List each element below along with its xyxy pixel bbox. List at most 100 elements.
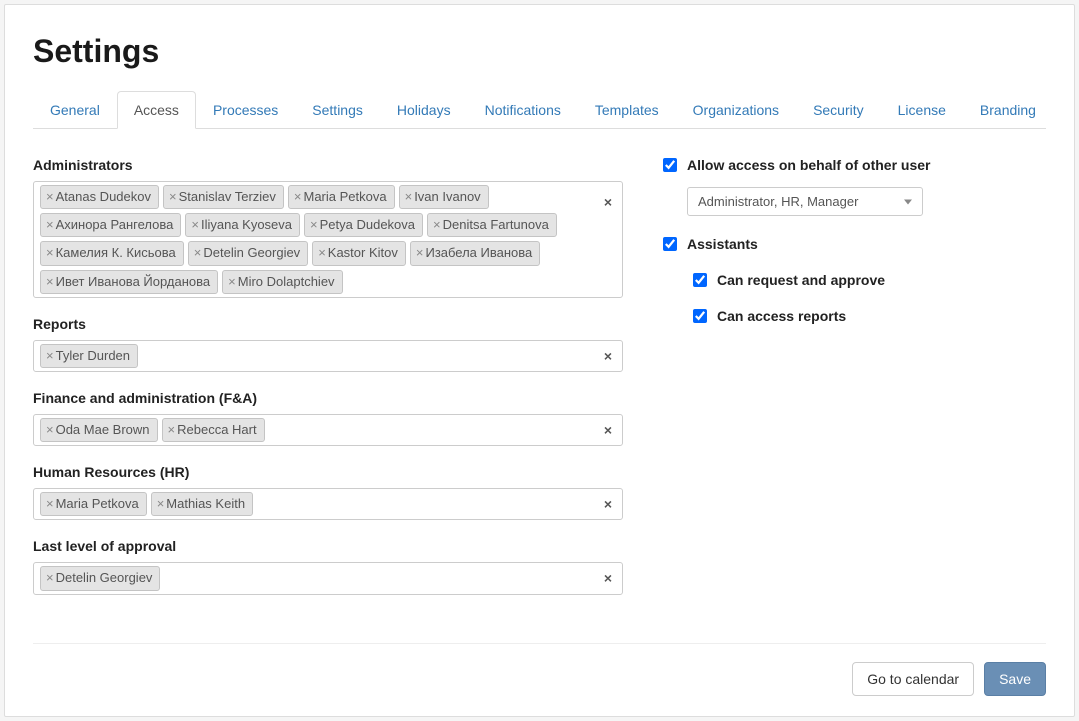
tag-item[interactable]: ×Detelin Georgiev bbox=[188, 241, 308, 265]
save-button[interactable]: Save bbox=[984, 662, 1046, 696]
tag-item[interactable]: ×Изабела Иванова bbox=[410, 241, 540, 265]
reports-input[interactable]: ×Tyler Durden× bbox=[33, 340, 623, 372]
remove-icon[interactable]: × bbox=[46, 273, 54, 291]
tag-item[interactable]: ×Stanislav Terziev bbox=[163, 185, 284, 209]
remove-icon[interactable]: × bbox=[310, 216, 318, 234]
tag-item[interactable]: ×Iliyana Kyoseva bbox=[185, 213, 300, 237]
assistants-checkbox[interactable] bbox=[663, 237, 677, 251]
tag-label: Ивет Иванова Йорданова bbox=[56, 273, 211, 291]
remove-icon[interactable]: × bbox=[46, 569, 54, 587]
can-reports-label: Can access reports bbox=[717, 308, 846, 324]
tag-item[interactable]: ×Detelin Georgiev bbox=[40, 566, 160, 590]
tag-item[interactable]: ×Atanas Dudekov bbox=[40, 185, 159, 209]
tag-item[interactable]: ×Tyler Durden bbox=[40, 344, 138, 368]
approval-group: Last level of approval ×Detelin Georgiev… bbox=[33, 538, 623, 594]
assistants-label: Assistants bbox=[687, 236, 758, 252]
remove-icon[interactable]: × bbox=[46, 244, 54, 262]
tag-item[interactable]: ×Kastor Kitov bbox=[312, 241, 406, 265]
reports-label: Reports bbox=[33, 316, 623, 332]
tag-label: Detelin Georgiev bbox=[56, 569, 153, 587]
tag-item[interactable]: ×Ивет Иванова Йорданова bbox=[40, 270, 218, 294]
tab-holidays[interactable]: Holidays bbox=[380, 91, 468, 129]
tag-item[interactable]: ×Mathias Keith bbox=[151, 492, 253, 516]
clear-icon[interactable]: × bbox=[604, 194, 612, 210]
tag-item[interactable]: ×Ivan Ivanov bbox=[399, 185, 489, 209]
tag-item[interactable]: ×Denitsa Fartunova bbox=[427, 213, 557, 237]
remove-icon[interactable]: × bbox=[194, 244, 202, 262]
remove-icon[interactable]: × bbox=[191, 216, 199, 234]
tag-label: Denitsa Fartunova bbox=[443, 216, 549, 234]
clear-icon[interactable]: × bbox=[604, 496, 612, 512]
chevron-down-icon bbox=[904, 199, 912, 204]
finance-input[interactable]: ×Oda Mae Brown×Rebecca Hart× bbox=[33, 414, 623, 446]
tag-label: Atanas Dudekov bbox=[56, 188, 151, 206]
remove-icon[interactable]: × bbox=[416, 244, 424, 262]
hr-input[interactable]: ×Maria Petkova×Mathias Keith× bbox=[33, 488, 623, 520]
tab-settings[interactable]: Settings bbox=[295, 91, 380, 129]
remove-icon[interactable]: × bbox=[433, 216, 441, 234]
can-request-checkbox[interactable] bbox=[693, 273, 707, 287]
tab-security[interactable]: Security bbox=[796, 91, 881, 129]
clear-icon[interactable]: × bbox=[604, 348, 612, 364]
tab-access[interactable]: Access bbox=[117, 91, 196, 129]
tag-label: Miro Dolaptchiev bbox=[238, 273, 335, 291]
tag-item[interactable]: ×Камелия К. Кисьова bbox=[40, 241, 184, 265]
tag-item[interactable]: ×Maria Petkova bbox=[40, 492, 147, 516]
tag-label: Ivan Ivanov bbox=[414, 188, 481, 206]
administrators-input[interactable]: ×Atanas Dudekov×Stanislav Terziev×Maria … bbox=[33, 181, 623, 298]
tag-item[interactable]: ×Ахинора Рангелова bbox=[40, 213, 181, 237]
tag-label: Stanislav Terziev bbox=[179, 188, 276, 206]
administrators-label: Administrators bbox=[33, 157, 623, 173]
remove-icon[interactable]: × bbox=[405, 188, 413, 206]
allow-behalf-row: Allow access on behalf of other user bbox=[663, 157, 1046, 173]
tag-label: Oda Mae Brown bbox=[56, 421, 150, 439]
remove-icon[interactable]: × bbox=[169, 188, 177, 206]
footer: Go to calendar Save bbox=[33, 643, 1046, 696]
tag-label: Detelin Georgiev bbox=[203, 244, 300, 262]
tag-label: Камелия К. Кисьова bbox=[56, 244, 176, 262]
remove-icon[interactable]: × bbox=[46, 188, 54, 206]
can-request-label: Can request and approve bbox=[717, 272, 885, 288]
tag-item[interactable]: ×Oda Mae Brown bbox=[40, 418, 158, 442]
tag-item[interactable]: ×Rebecca Hart bbox=[162, 418, 265, 442]
remove-icon[interactable]: × bbox=[46, 421, 54, 439]
tag-label: Tyler Durden bbox=[56, 347, 130, 365]
remove-icon[interactable]: × bbox=[318, 244, 326, 262]
remove-icon[interactable]: × bbox=[46, 347, 54, 365]
tag-label: Изабела Иванова bbox=[425, 244, 532, 262]
tag-item[interactable]: ×Maria Petkova bbox=[288, 185, 395, 209]
tab-organizations[interactable]: Organizations bbox=[676, 91, 796, 129]
tag-label: Ахинора Рангелова bbox=[56, 216, 174, 234]
allow-behalf-label: Allow access on behalf of other user bbox=[687, 157, 931, 173]
remove-icon[interactable]: × bbox=[46, 495, 54, 513]
remove-icon[interactable]: × bbox=[294, 188, 302, 206]
tab-notifications[interactable]: Notifications bbox=[468, 91, 578, 129]
tag-label: Maria Petkova bbox=[56, 495, 139, 513]
finance-group: Finance and administration (F&A) ×Oda Ma… bbox=[33, 390, 623, 446]
allow-behalf-checkbox[interactable] bbox=[663, 158, 677, 172]
tab-processes[interactable]: Processes bbox=[196, 91, 295, 129]
go-to-calendar-button[interactable]: Go to calendar bbox=[852, 662, 974, 696]
remove-icon[interactable]: × bbox=[228, 273, 236, 291]
tab-bar: GeneralAccessProcessesSettingsHolidaysNo… bbox=[33, 90, 1046, 129]
tag-label: Kastor Kitov bbox=[328, 244, 398, 262]
can-reports-checkbox[interactable] bbox=[693, 309, 707, 323]
tab-license[interactable]: License bbox=[881, 91, 963, 129]
clear-icon[interactable]: × bbox=[604, 570, 612, 586]
tag-item[interactable]: ×Miro Dolaptchiev bbox=[222, 270, 342, 294]
page-title: Settings bbox=[33, 33, 1046, 70]
tag-item[interactable]: ×Petya Dudekova bbox=[304, 213, 423, 237]
tab-general[interactable]: General bbox=[33, 91, 117, 129]
tab-templates[interactable]: Templates bbox=[578, 91, 676, 129]
assistants-row: Assistants bbox=[663, 236, 1046, 252]
remove-icon[interactable]: × bbox=[168, 421, 176, 439]
clear-icon[interactable]: × bbox=[604, 422, 612, 438]
tab-branding[interactable]: Branding bbox=[963, 91, 1053, 129]
finance-label: Finance and administration (F&A) bbox=[33, 390, 623, 406]
remove-icon[interactable]: × bbox=[157, 495, 165, 513]
remove-icon[interactable]: × bbox=[46, 216, 54, 234]
behalf-roles-select[interactable]: Administrator, HR, Manager bbox=[687, 187, 923, 216]
approval-input[interactable]: ×Detelin Georgiev× bbox=[33, 562, 623, 594]
tag-label: Rebecca Hart bbox=[177, 421, 256, 439]
reports-group: Reports ×Tyler Durden× bbox=[33, 316, 623, 372]
